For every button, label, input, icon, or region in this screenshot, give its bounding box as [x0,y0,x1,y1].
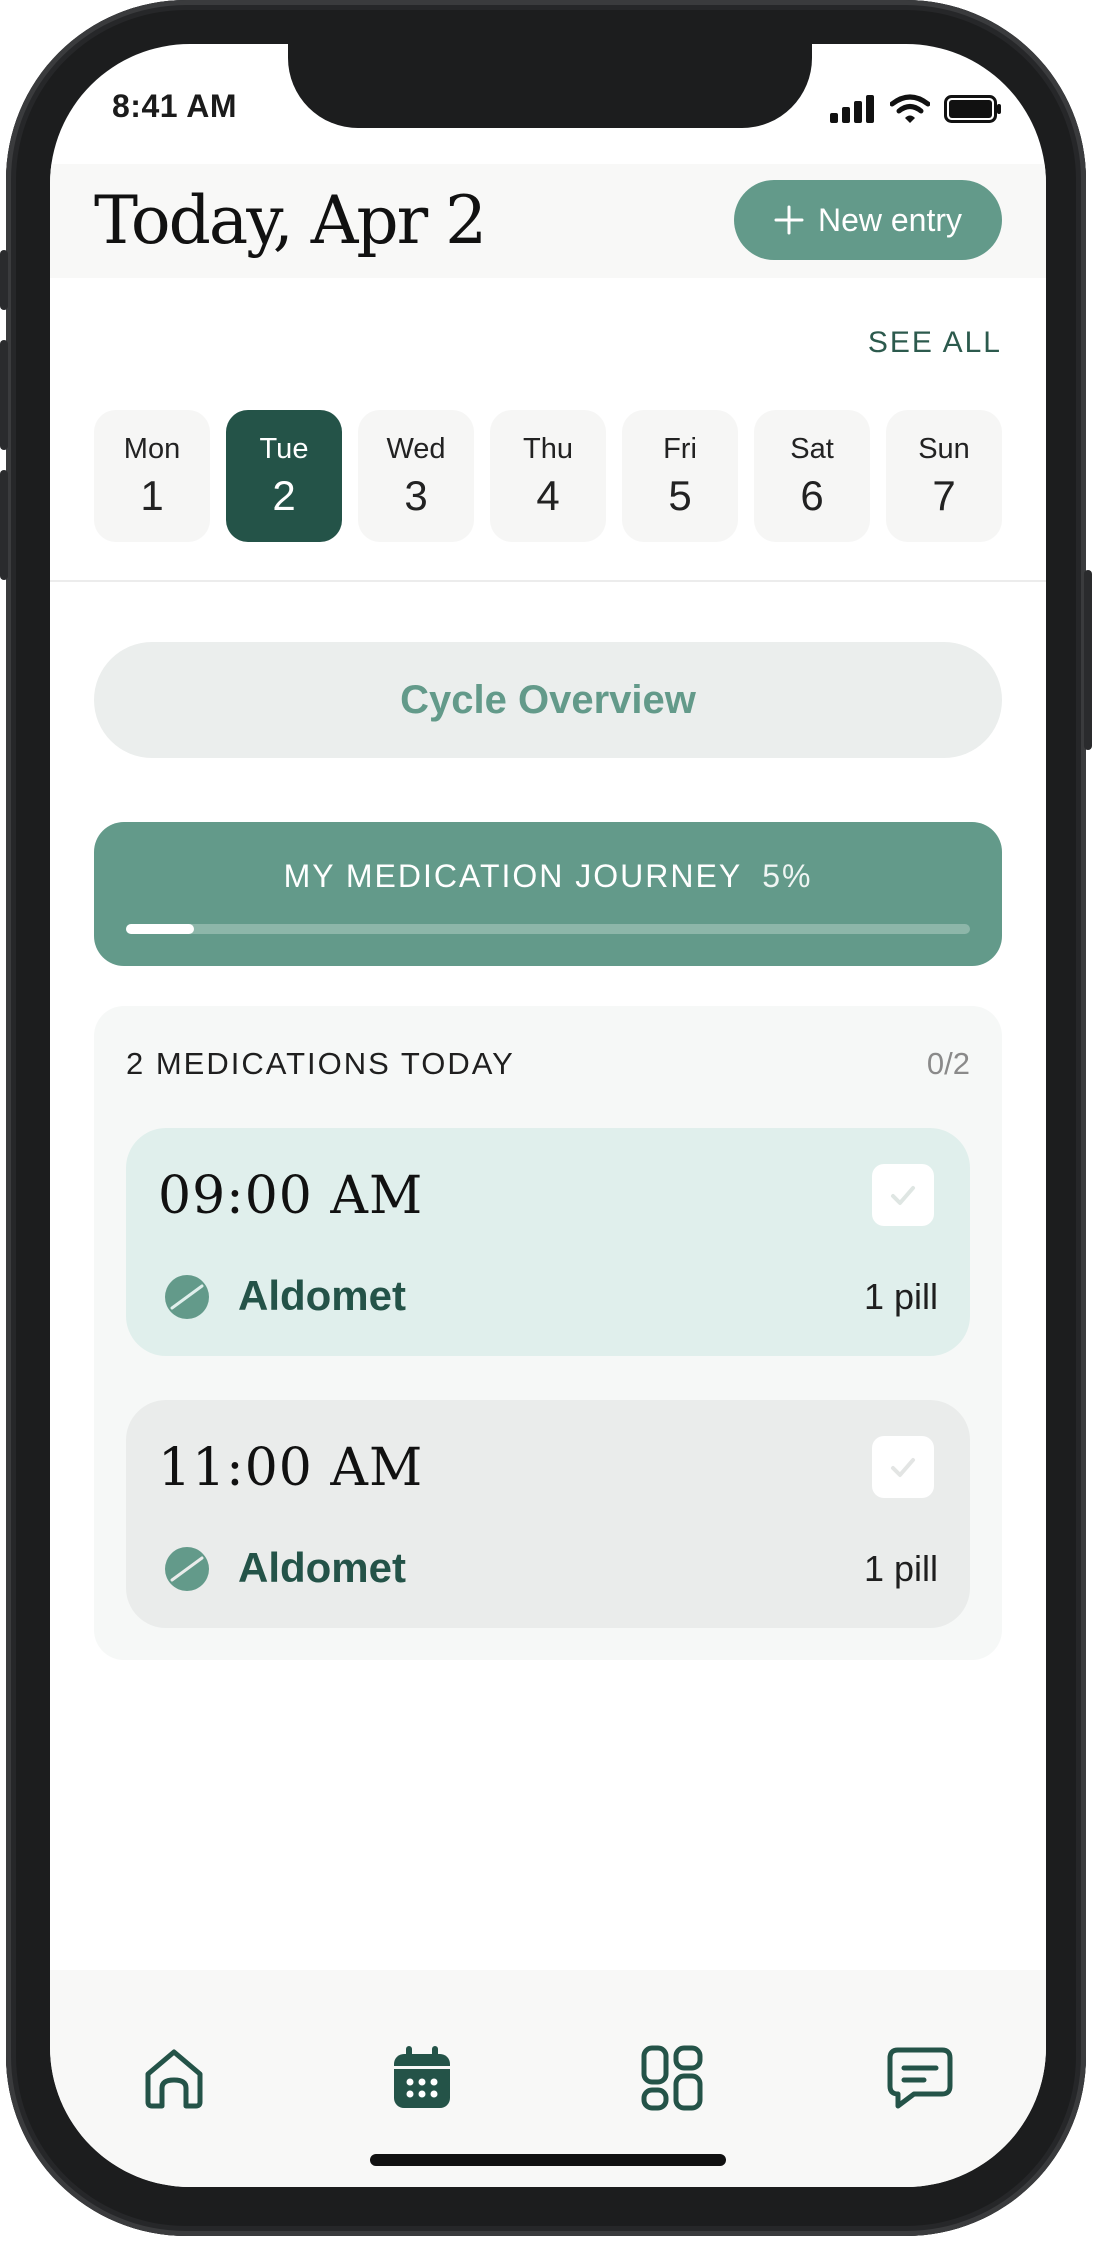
check-icon [891,1458,915,1477]
day-wed[interactable]: Wed 3 [358,410,474,542]
day-name: Thu [523,432,573,465]
medication-journey-card[interactable]: MY MEDICATION JOURNEY 5% [94,822,1002,966]
power-button [1084,570,1092,750]
page-title: Today, Apr 2 [94,182,487,259]
day-date: 7 [932,471,956,519]
dose-time: 09:00 AM [158,1166,424,1226]
new-entry-label: New entry [817,201,963,238]
journey-heading: MY MEDICATION JOURNEY 5% [94,858,1002,895]
day-fri[interactable]: Fri 5 [622,410,738,542]
day-tue[interactable]: Tue 2 [226,410,342,542]
journey-label: MY MEDICATION JOURNEY [283,858,743,894]
day-date: 6 [800,471,824,519]
pill-icon [165,1547,209,1591]
volume-down-button [0,470,8,580]
wifi-icon [890,94,930,123]
day-date: 2 [272,471,296,519]
medication-name: Aldomet [238,1544,406,1591]
volume-up-button [0,340,8,450]
home-icon[interactable] [138,2042,210,2114]
mute-switch [0,250,8,310]
dose-checkbox[interactable] [872,1436,934,1498]
new-entry-button[interactable]: New entry [734,180,1002,260]
calendar-icon[interactable] [386,2042,458,2114]
chat-icon[interactable] [884,2042,956,2114]
medication-amount: 1 pill [863,1548,938,1589]
status-icons [830,94,1002,124]
status-time: 8:41 AM [112,88,238,124]
cycle-overview-button[interactable]: Cycle Overview [94,642,1002,758]
medications-title: 2 MEDICATIONS TODAY [126,1046,515,1081]
journey-progress-track [126,924,970,934]
cellular-signal-icon [830,95,874,123]
dose-card[interactable]: 11:00 AM Aldomet 1 pill [126,1400,970,1628]
medications-card: 2 MEDICATIONS TODAY 0/2 09:00 AM Aldomet… [94,1006,1002,1660]
day-name: Tue [259,432,309,465]
day-mon[interactable]: Mon 1 [94,410,210,542]
day-date: 5 [668,471,692,519]
medication-amount: 1 pill [863,1276,938,1317]
day-name: Mon [123,432,181,465]
plus-icon [774,205,804,235]
medication-name: Aldomet [238,1272,406,1319]
day-name: Sat [790,432,834,465]
day-sat[interactable]: Sat 6 [754,410,870,542]
check-icon [891,1186,915,1205]
day-date: 1 [140,471,164,519]
day-thu[interactable]: Thu 4 [490,410,606,542]
day-date: 3 [404,471,428,519]
see-all-link[interactable]: SEE ALL [868,326,1002,360]
screen: 8:41 AM Today, Apr 2 New entry SEE ALL M… [50,44,1046,2187]
home-indicator [370,2154,726,2166]
journey-percent: 5% [762,858,813,894]
divider [50,580,1046,582]
dose-card[interactable]: 09:00 AM Aldomet 1 pill [126,1128,970,1356]
day-name: Fri [663,432,697,465]
medications-count: 0/2 [926,1046,970,1081]
phone-frame: 8:41 AM Today, Apr 2 New entry SEE ALL M… [0,0,1092,2236]
notch [288,44,812,128]
day-date: 4 [536,471,560,519]
day-name: Sun [918,432,970,465]
page-header: Today, Apr 2 New entry [50,164,1046,278]
week-day-selector: Mon 1 Tue 2 Wed 3 Thu 4 Fri 5 Sat 6 Sun … [94,410,1002,542]
dose-time: 11:00 AM [158,1438,424,1498]
grid-icon[interactable] [636,2042,708,2114]
journey-progress-fill [126,924,194,934]
dose-checkbox[interactable] [872,1164,934,1226]
day-name: Wed [386,432,446,465]
battery-icon [944,95,1001,123]
day-sun[interactable]: Sun 7 [886,410,1002,542]
pill-icon [165,1275,209,1319]
